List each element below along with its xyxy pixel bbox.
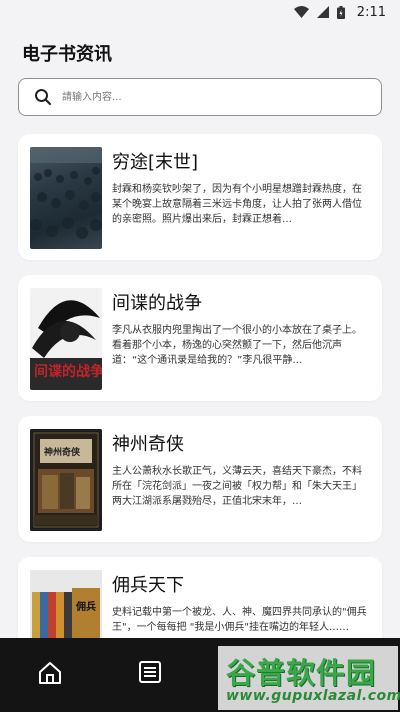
book-card[interactable]: 神州奇侠 神州奇侠 主人公萧秋水长歌正气，义薄云天，喜结天下豪杰，不料所在「浣花… [18,416,382,542]
book-title: 间谍的战争 [112,293,202,314]
search-box[interactable] [18,78,382,116]
book-card[interactable]: 间谍的战争 间谍的战争 李凡从衣服内兜里掏出了一个很小的小本放在了桌子上。看着那… [18,275,382,401]
svg-text:神州奇侠: 神州奇侠 [44,446,81,458]
battery-icon [336,5,345,19]
watermark-logo: 谷普软件园 www.gupuxlazal.com [218,646,400,710]
svg-text:间谍的战争: 间谍的战争 [34,363,102,380]
book-title: 佣兵天下 [112,575,184,596]
book-cover-image[interactable]: 神州奇侠 [30,429,102,531]
watermark-title: 谷普软件园 [226,656,377,690]
book-title: 穷途[末世] [112,152,199,173]
book-cover-image[interactable] [30,147,102,249]
list-icon[interactable] [138,660,162,684]
search-icon[interactable] [34,88,52,106]
status-bar: 2:11 [0,0,400,24]
svg-text:佣兵: 佣兵 [75,600,96,613]
book-cover-image[interactable]: 间谍的战争 [30,288,102,390]
signal-icon [316,6,329,18]
watermark-url: www.gupuxlazal.com [226,688,400,704]
search-input[interactable] [60,90,364,104]
page-title: 电子书资讯 [22,44,112,65]
wifi-icon [293,6,309,18]
book-description: 封霖和杨奕钦吵架了，因为有个小明星想蹭封霖热度，在某个晚宴上故意隔着三米远卡角度… [112,184,362,225]
book-description: 主人公萧秋水长歌正气，义薄云天，喜结天下豪杰，不料所在「浣花剑派」一夜之间被「权… [112,466,362,507]
status-time: 2:11 [356,4,386,20]
book-card[interactable]: 穷途[末世] 封霖和杨奕钦吵架了，因为有个小明星想蹭封霖热度，在某个晚宴上故意隔… [18,134,382,260]
book-description: 李凡从衣服内兜里掏出了一个很小的小本放在了桌子上。看着那个小本，杨逸的心突然颤了… [112,325,362,366]
book-description: 史料记载中第一个被龙、人、神、魔四界共同承认的"佣兵王"，一个每每把 "我是小佣… [112,607,367,633]
home-icon[interactable] [37,660,63,686]
book-title: 神州奇侠 [112,434,184,455]
